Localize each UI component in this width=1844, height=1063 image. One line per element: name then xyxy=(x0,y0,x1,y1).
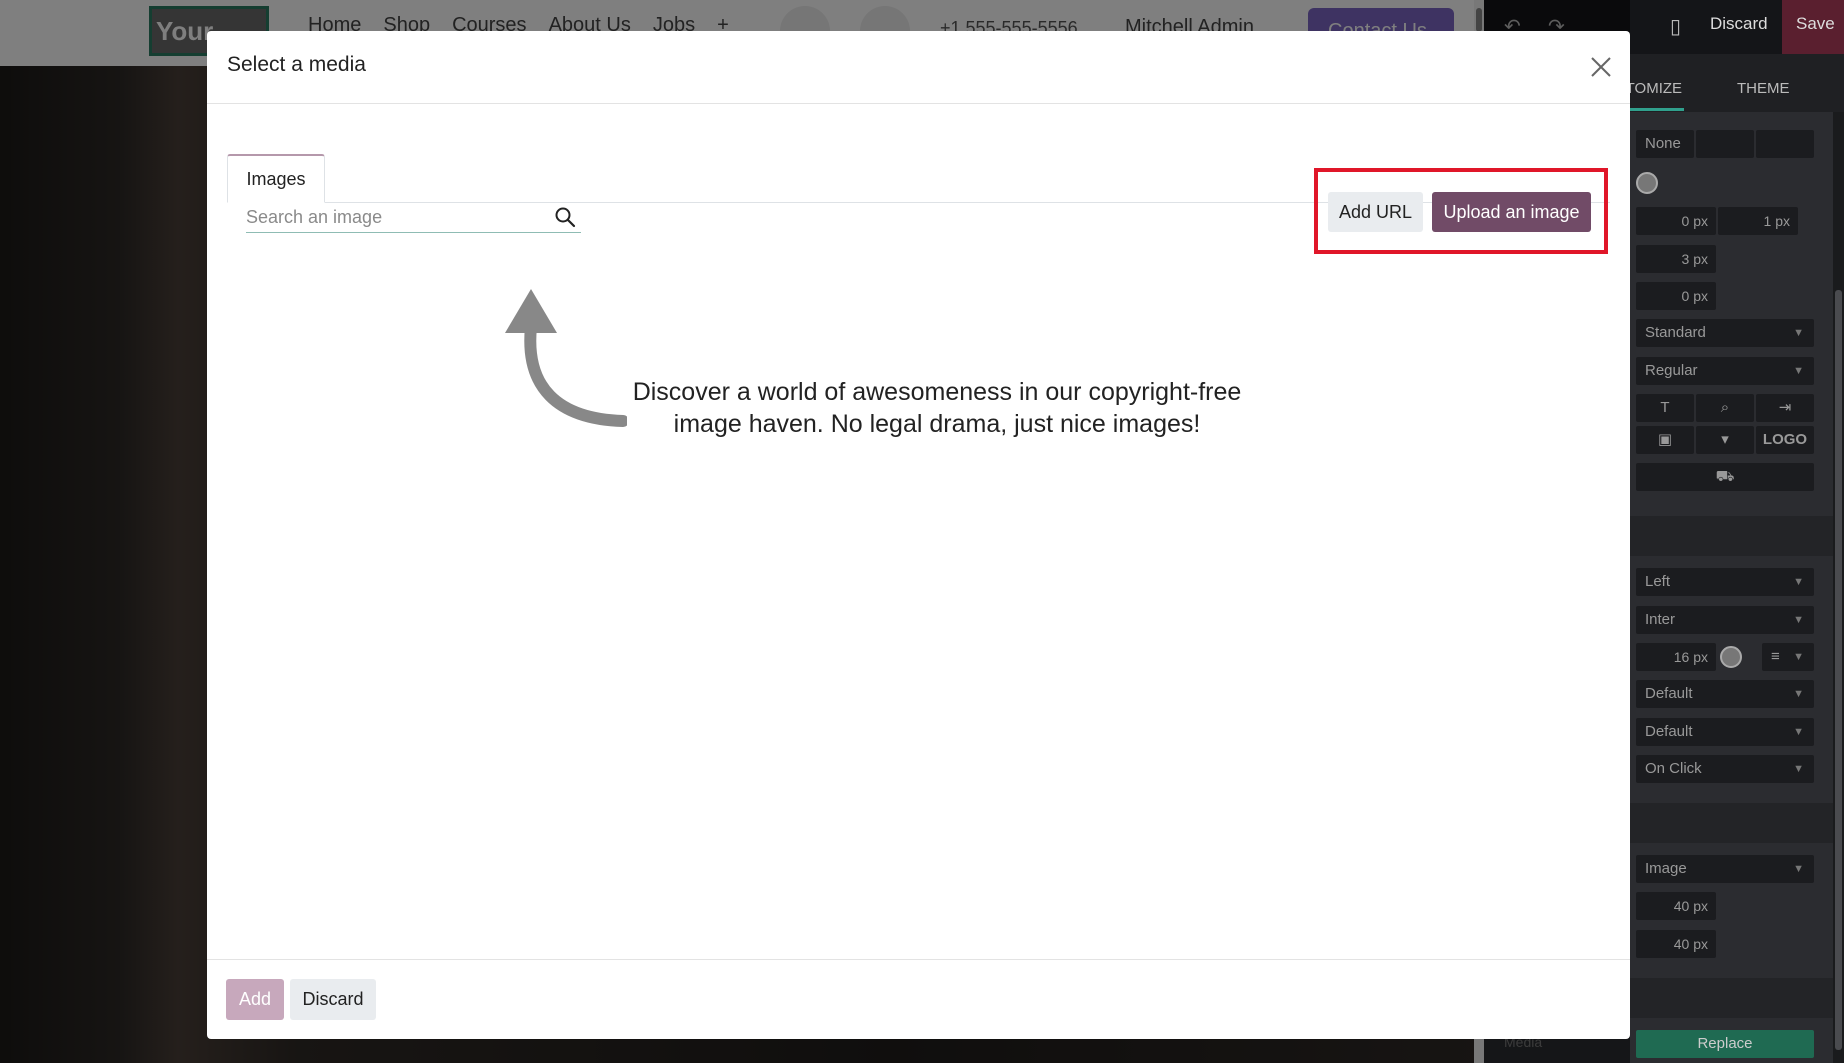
dialog-header: Select a media xyxy=(207,31,1630,104)
dialog-title: Select a media xyxy=(227,53,366,76)
font-size-input[interactable]: 16 px xyxy=(1636,643,1716,671)
style-select[interactable]: Standard ▼ xyxy=(1636,319,1814,347)
font-select[interactable]: Inter ▼ xyxy=(1636,606,1814,634)
add-button[interactable]: Add xyxy=(226,979,284,1020)
cart-option-icon[interactable]: ⛟ xyxy=(1636,463,1814,491)
search-input[interactable] xyxy=(246,203,546,232)
weight-select[interactable]: Regular ▼ xyxy=(1636,357,1814,385)
shadow-input[interactable]: 0 px xyxy=(1636,282,1716,310)
replace-button[interactable]: Replace xyxy=(1636,1030,1814,1058)
search-option-icon[interactable]: ⌕ xyxy=(1696,394,1754,422)
empty-state-hint: Discover a world of awesomeness in our c… xyxy=(632,378,1242,438)
image-select[interactable]: Image ▼ xyxy=(1636,855,1814,883)
upload-image-button[interactable]: Upload an image xyxy=(1432,192,1591,232)
border-color-swatch[interactable] xyxy=(1636,172,1658,194)
text-align-select[interactable]: ≡ ▼ xyxy=(1762,643,1814,671)
editor-save-button[interactable]: Save xyxy=(1782,0,1844,54)
select-media-dialog: Select a media Images Add URL Upload an … xyxy=(207,31,1630,1039)
text-option-icon[interactable]: T xyxy=(1636,394,1694,422)
height-input[interactable]: 40 px xyxy=(1636,930,1716,958)
dialog-footer: Add Discard xyxy=(207,959,1630,1039)
default-select-2[interactable]: Default ▼ xyxy=(1636,718,1814,746)
border-width-input-2[interactable]: 1 px xyxy=(1718,207,1798,235)
search-icon[interactable] xyxy=(554,206,576,228)
add-url-button[interactable]: Add URL xyxy=(1328,192,1423,232)
border-radius-input[interactable]: 3 px xyxy=(1636,245,1716,273)
border-width-input[interactable]: 0 px xyxy=(1636,207,1716,235)
mobile-preview-icon[interactable]: ▯ xyxy=(1670,14,1681,39)
border-none-option[interactable]: None xyxy=(1636,130,1694,158)
align-select[interactable]: Left ▼ xyxy=(1636,568,1814,596)
border-option-3[interactable] xyxy=(1756,130,1814,158)
tab-theme[interactable]: THEME xyxy=(1737,80,1790,97)
editor-discard-button[interactable]: Discard xyxy=(1710,14,1768,34)
tab-images[interactable]: Images xyxy=(227,154,325,203)
on-click-select[interactable]: On Click ▼ xyxy=(1636,755,1814,783)
login-option-icon[interactable]: ⇥ xyxy=(1756,394,1814,422)
font-color-swatch[interactable] xyxy=(1720,646,1742,668)
close-icon[interactable] xyxy=(1587,53,1615,81)
social-option-icon[interactable]: ▣ xyxy=(1636,426,1694,454)
comment-option-icon[interactable]: ▾ xyxy=(1696,426,1754,454)
default-select-1[interactable]: Default ▼ xyxy=(1636,680,1814,708)
width-input[interactable]: 40 px xyxy=(1636,892,1716,920)
image-search xyxy=(246,203,581,233)
logo-option[interactable]: LOGO xyxy=(1756,426,1814,454)
border-option-2[interactable] xyxy=(1696,130,1754,158)
editor-scroll-thumb[interactable] xyxy=(1835,290,1842,1050)
curved-arrow-icon xyxy=(505,289,627,427)
discard-button[interactable]: Discard xyxy=(290,979,376,1020)
